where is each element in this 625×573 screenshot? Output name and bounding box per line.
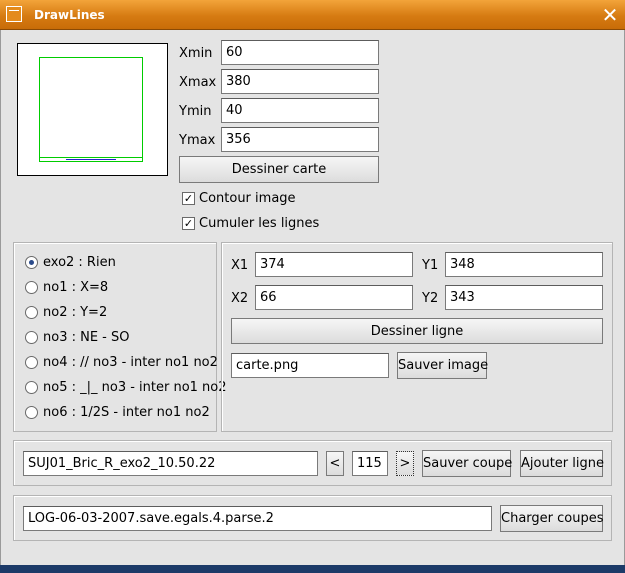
mode-label-5: no5 : _|_ no3 - inter no1 no2 <box>43 380 227 395</box>
cut-index-field[interactable]: 115 <box>352 451 388 476</box>
next-cut-button[interactable]: > <box>396 451 414 476</box>
window-title: DrawLines <box>34 8 105 22</box>
x2-field[interactable]: 66 <box>255 285 413 310</box>
x2-label: X2 <box>231 291 249 306</box>
cumulate-label: Cumuler les lignes <box>199 216 320 231</box>
save-image-button[interactable]: Sauver image <box>397 352 488 379</box>
mode-label-0: exo2 : Rien <box>43 255 116 270</box>
map-preview-drawing <box>39 57 143 162</box>
contour-checkbox[interactable]: ✓ <box>182 192 195 205</box>
xmin-field[interactable]: 60 <box>221 40 379 65</box>
prev-cut-button[interactable]: < <box>326 451 344 476</box>
mode-radio-5[interactable] <box>25 381 38 394</box>
x1-label: X1 <box>231 258 249 273</box>
y1-field[interactable]: 348 <box>445 252 603 277</box>
mode-label-4: no4 : // no3 - inter no1 no2 <box>43 355 218 370</box>
load-cuts-button[interactable]: Charger coupes <box>500 505 604 532</box>
log-file-field[interactable]: LOG-06-03-2007.save.egals.4.parse.2 <box>23 506 492 531</box>
mode-radio-0[interactable] <box>25 256 38 269</box>
save-cut-button[interactable]: Sauver coupe <box>422 450 512 477</box>
mode-radio-6[interactable] <box>25 406 38 419</box>
mode-radio-3[interactable] <box>25 331 38 344</box>
y2-field[interactable]: 343 <box>445 285 603 310</box>
cut-name-field[interactable]: SUJ01_Bric_R_exo2_10.50.22 <box>23 451 318 476</box>
ymin-label: Ymin <box>179 104 212 119</box>
contour-label: Contour image <box>199 191 296 206</box>
ymax-field[interactable]: 356 <box>221 127 379 152</box>
mode-label-3: no3 : NE - SO <box>43 330 130 345</box>
x1-field[interactable]: 374 <box>255 252 413 277</box>
y2-label: Y2 <box>422 291 439 306</box>
draw-map-button[interactable]: Dessiner carte <box>179 156 379 183</box>
add-line-button[interactable]: Ajouter ligne <box>520 450 604 477</box>
xmax-field[interactable]: 380 <box>221 69 379 94</box>
window-menu-icon[interactable] <box>6 6 22 22</box>
mode-label-1: no1 : X=8 <box>43 280 109 295</box>
preview-contour <box>39 57 143 162</box>
mode-label-6: no6 : 1/2S - inter no1 no2 <box>43 405 210 420</box>
xmin-label: Xmin <box>179 46 213 61</box>
draw-line-button[interactable]: Dessiner ligne <box>231 318 603 344</box>
title-bar[interactable]: DrawLines ✕ <box>0 0 625 30</box>
y1-label: Y1 <box>422 258 439 273</box>
taskbar-edge <box>0 565 625 573</box>
xmax-label: Xmax <box>179 75 217 90</box>
map-preview <box>17 43 168 176</box>
mode-radio-2[interactable] <box>25 306 38 319</box>
mode-radio-1[interactable] <box>25 281 38 294</box>
ymax-label: Ymax <box>179 133 216 148</box>
mode-label-2: no2 : Y=2 <box>43 305 108 320</box>
mode-radio-4[interactable] <box>25 356 38 369</box>
cumulate-checkbox[interactable]: ✓ <box>182 217 195 230</box>
close-icon[interactable]: ✕ <box>598 3 622 27</box>
image-file-field[interactable]: carte.png <box>231 353 389 378</box>
ymin-field[interactable]: 40 <box>221 98 379 123</box>
